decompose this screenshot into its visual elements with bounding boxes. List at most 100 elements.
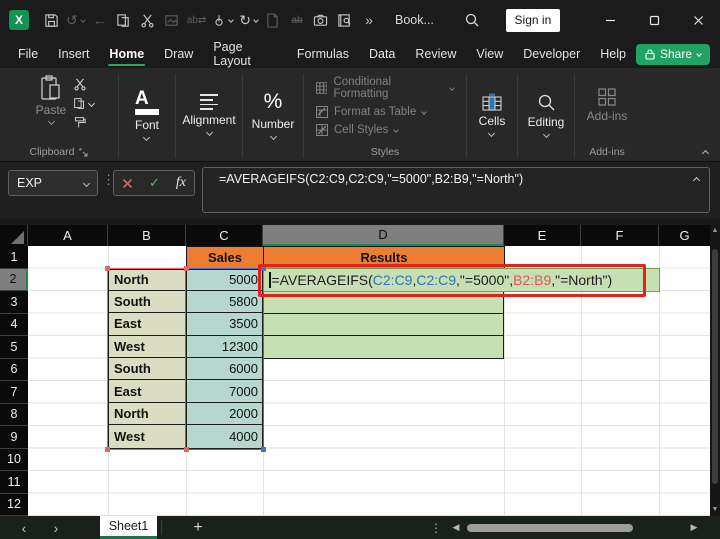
range-handle[interactable] [261,447,266,452]
cell-d5[interactable] [264,336,503,358]
cell-c7[interactable]: 7000 [186,380,263,403]
formula-input[interactable]: =AVERAGEIFS(C2:C9,C2:C9,"=5000",B2:B9,"=… [202,167,710,213]
column-header-d[interactable]: D [263,225,504,246]
tab-page-layout[interactable]: Page Layout [203,40,287,68]
tab-developer[interactable]: Developer [513,40,590,68]
more-commands-button[interactable]: » [357,7,381,33]
horizontal-scroll-thumb[interactable] [467,523,633,532]
dialog-launcher-icon[interactable] [79,148,88,157]
strikethrough-icon[interactable]: ab [285,7,309,33]
cell-b3[interactable]: South [108,291,186,314]
row-header-8[interactable]: 8 [0,403,28,426]
row-header-9[interactable]: 9 [0,426,28,449]
vertical-scroll-thumb[interactable] [712,249,718,484]
cell-c4[interactable]: 3500 [186,313,263,336]
share-button[interactable]: Share [635,43,710,65]
column-header-f[interactable]: F [581,225,659,246]
collapse-formula-bar-button[interactable] [692,176,701,185]
row-header-1[interactable]: 1 [0,246,28,269]
row-header-10[interactable]: 10 [0,448,28,471]
column-header-c[interactable]: C [186,225,263,246]
minimize-button[interactable] [588,0,632,40]
row-header-5[interactable]: 5 [0,336,28,359]
undo-button[interactable]: ↺ [63,7,88,33]
vertical-scrollbar[interactable]: ▲ ▼ [710,225,720,516]
cell-c1-sales-header[interactable]: Sales [186,246,264,269]
save-icon[interactable] [39,7,63,33]
name-box[interactable]: EXP [8,170,98,196]
format-painter-button[interactable] [73,116,94,129]
collapse-ribbon-button[interactable] [701,149,710,158]
row-header-12[interactable]: 12 [0,493,28,516]
column-header-b[interactable]: B [108,225,186,246]
addins-button[interactable]: Add-ins [577,68,638,143]
tab-file[interactable]: File [8,40,48,68]
select-all-corner[interactable] [0,225,28,246]
column-header-e[interactable]: E [504,225,581,246]
replace-icon[interactable]: ab⇄ [184,7,210,33]
sign-in-button[interactable]: Sign in [505,8,560,32]
row-header-7[interactable]: 7 [0,381,28,404]
cells-button[interactable]: Cells [469,68,516,161]
row-header-4[interactable]: 4 [0,313,28,336]
cell-styles-button[interactable]: Cell Styles [316,123,454,136]
copy-icon[interactable] [112,7,136,33]
tab-review[interactable]: Review [405,40,466,68]
scroll-right-arrow[interactable]: ▶ [686,516,702,539]
cell-c2[interactable]: 5000 [186,269,263,291]
range-handle[interactable] [105,447,110,452]
cut-icon[interactable] [136,7,160,33]
number-button[interactable]: % Number [242,68,305,161]
column-header-g[interactable]: G [659,225,710,246]
tab-help[interactable]: Help [590,40,636,68]
row-header-2[interactable]: 2 [0,268,28,291]
alignment-button[interactable]: Alignment [172,68,245,161]
sheet-options-dots[interactable]: ⋮ [428,516,444,539]
tab-draw[interactable]: Draw [154,40,203,68]
cell-b5[interactable]: West [108,336,186,359]
cell-c8[interactable]: 2000 [186,403,263,426]
font-button[interactable]: A Font [125,68,169,161]
column-header-a[interactable]: A [28,225,108,246]
cell-d4[interactable] [264,314,503,336]
cell-b2[interactable]: North [108,269,186,291]
scroll-down-arrow[interactable]: ▼ [710,505,720,515]
touch-mode-icon[interactable] [209,7,236,33]
editing-button[interactable]: Editing [518,68,575,161]
row-header-6[interactable]: 6 [0,358,28,381]
cell-b9[interactable]: West [108,425,186,447]
paste-button[interactable]: Paste [24,75,74,126]
scroll-left-arrow[interactable]: ◀ [448,516,464,539]
cell-b8[interactable]: North [108,403,186,426]
maximize-button[interactable] [632,0,676,40]
next-sheet-button[interactable]: › [44,516,68,539]
confirm-entry-button[interactable]: ✓ [149,175,160,191]
tab-data[interactable]: Data [359,40,405,68]
cell-b4[interactable]: East [108,313,186,336]
prev-sheet-button[interactable]: ‹ [12,516,36,539]
range-handle[interactable] [184,447,189,452]
tab-home[interactable]: Home [99,40,154,68]
copy-button[interactable] [73,97,96,110]
cell-c3[interactable]: 5800 [186,291,263,314]
cell-c9[interactable]: 4000 [186,425,263,447]
sheet-tab-sheet1[interactable]: Sheet1 [100,516,157,539]
tab-formulas[interactable]: Formulas [287,40,359,68]
new-file-icon[interactable] [261,7,285,33]
row-header-3[interactable]: 3 [0,291,28,314]
redo-button[interactable]: ↻ [236,7,261,33]
tab-view[interactable]: View [466,40,513,68]
cell-b7[interactable]: East [108,380,186,403]
cancel-entry-button[interactable] [122,178,133,189]
back-arrow-icon[interactable]: ← [88,7,112,33]
close-button[interactable] [676,0,720,40]
camera-icon[interactable] [309,7,333,33]
row-header-11[interactable]: 11 [0,471,28,494]
range-handle[interactable] [105,265,110,271]
search-icon[interactable] [460,7,484,33]
format-as-table-button[interactable]: Format as Table [316,105,454,118]
insert-function-button[interactable]: fx [176,175,186,191]
conditional-formatting-button[interactable]: Conditional Formatting [316,76,455,100]
range-handle[interactable] [184,265,189,271]
tab-insert[interactable]: Insert [48,40,99,68]
